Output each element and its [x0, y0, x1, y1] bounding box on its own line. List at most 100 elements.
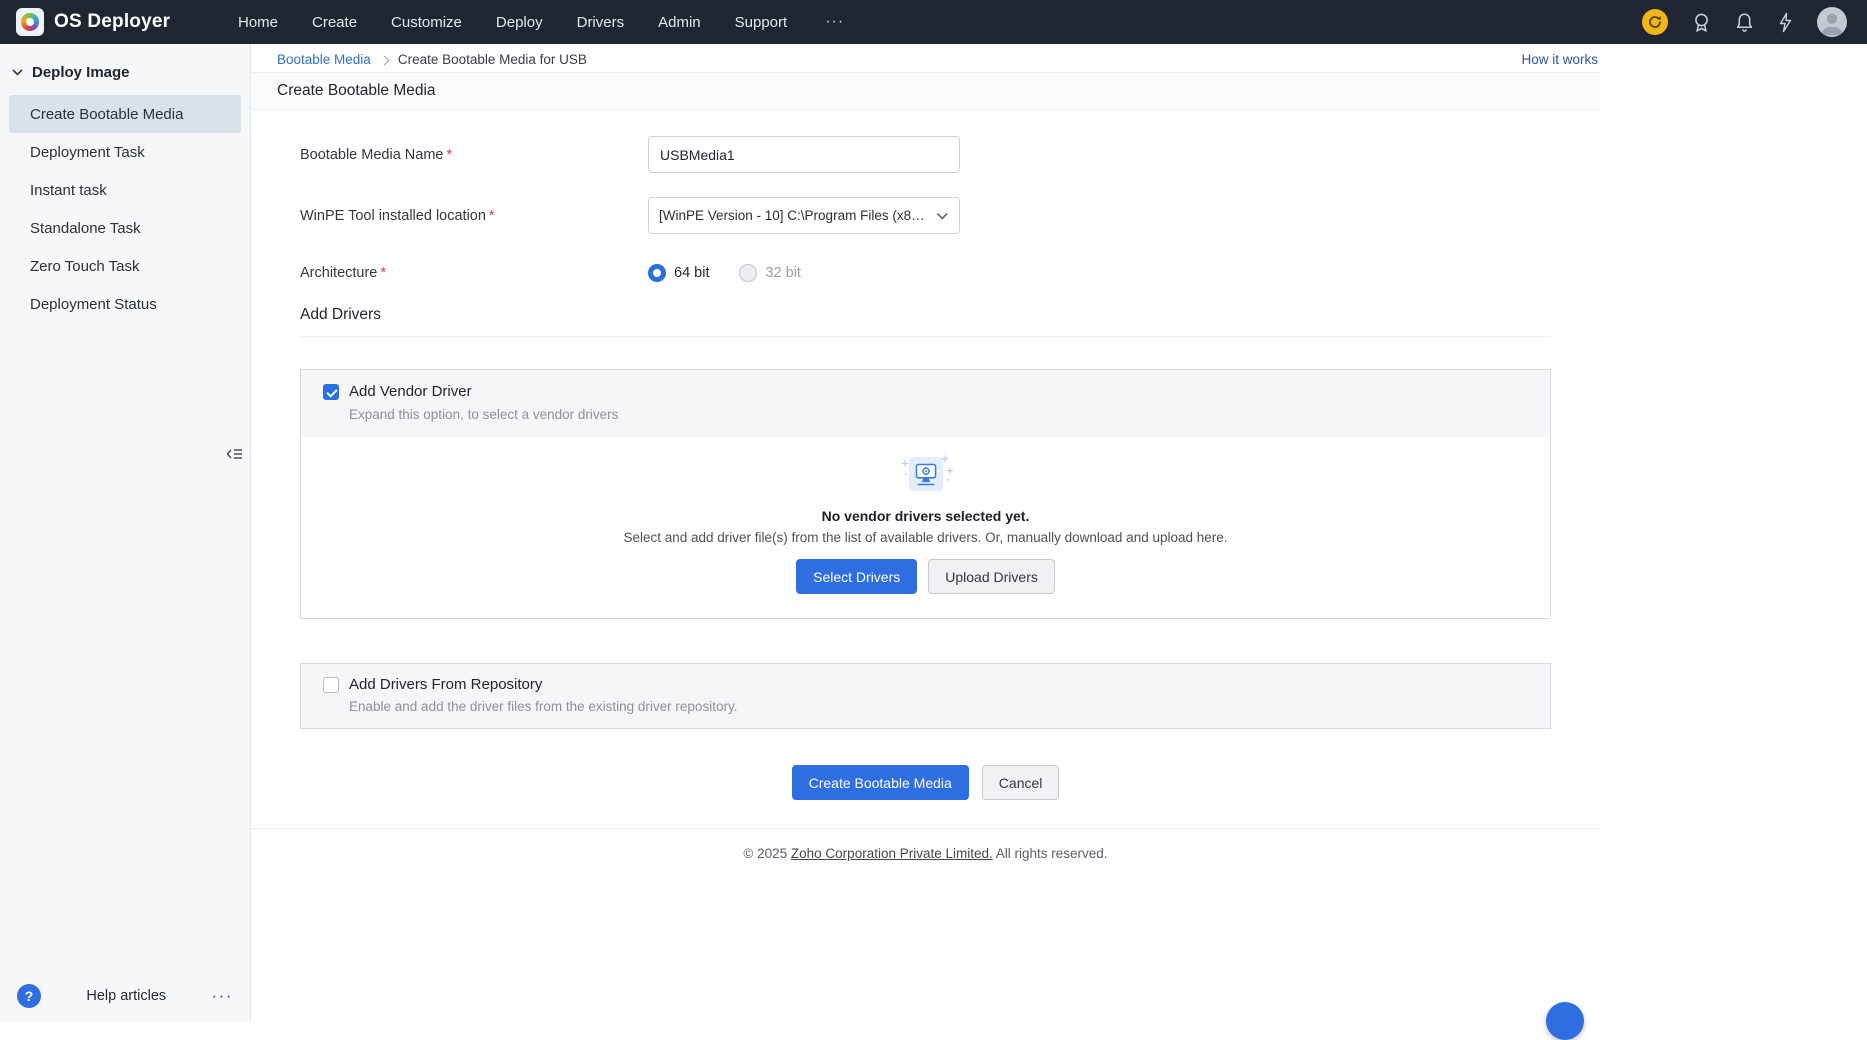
nav-deploy[interactable]: Deploy — [496, 14, 543, 31]
required-asterisk: * — [489, 208, 495, 224]
sidebar: Deploy Image Create Bootable Media Deplo… — [0, 44, 251, 1022]
user-avatar[interactable] — [1817, 7, 1847, 37]
sidebar-collapse-icon[interactable] — [222, 443, 247, 470]
footer: © 2025 Zoho Corporation Private Limited.… — [251, 829, 1600, 861]
zoho-corporation-link[interactable]: Zoho Corporation Private Limited. — [791, 846, 993, 861]
create-bootable-media-button[interactable]: Create Bootable Media — [792, 765, 969, 800]
label-text: Bootable Media Name — [300, 147, 443, 163]
chevron-down-icon — [936, 212, 949, 220]
flash-bolt-icon[interactable] — [1778, 12, 1793, 33]
no-drivers-illustration-icon — [301, 453, 1550, 500]
vendor-empty-state: No vendor drivers selected yet. Select a… — [301, 437, 1550, 618]
checkbox-unchecked-icon — [323, 677, 339, 693]
breadcrumb-current: Create Bootable Media for USB — [398, 52, 587, 67]
sidebar-item-label: Instant task — [30, 182, 107, 199]
checkbox-label: Add Drivers From Repository — [349, 676, 542, 693]
empty-state-actions: Select Drivers Upload Drivers — [301, 559, 1550, 594]
add-drivers-from-repository-checkbox[interactable]: Add Drivers From Repository — [323, 676, 1528, 693]
architecture-radio-group: 64 bit 32 bit — [648, 264, 801, 282]
refresh-arrow-icon — [1648, 15, 1662, 29]
brand[interactable]: OS Deployer — [0, 8, 218, 36]
radio-unselected-icon — [739, 264, 757, 282]
nav-drivers[interactable]: Drivers — [577, 14, 625, 31]
badge-medal-icon[interactable] — [1692, 12, 1711, 33]
sync-refresh-icon[interactable] — [1642, 9, 1668, 35]
main-content: Bootable Media Create Bootable Media for… — [251, 44, 1600, 1022]
nav-create[interactable]: Create — [312, 14, 357, 31]
label-text: Architecture — [300, 265, 377, 281]
winpe-location-select[interactable]: [WinPE Version - 10] C:\Program Files (x… — [648, 197, 960, 234]
help-icon[interactable]: ? — [17, 984, 41, 1008]
sidebar-item-standalone-task[interactable]: Standalone Task — [9, 209, 241, 247]
sidebar-footer: ? Help articles ··· — [0, 970, 250, 1022]
sidebar-item-label: Deployment Status — [30, 296, 157, 313]
nav-customize[interactable]: Customize — [391, 14, 462, 31]
radio-32-bit[interactable]: 32 bit — [739, 264, 800, 282]
person-silhouette-icon — [1817, 7, 1847, 37]
sidebar-item-label: Standalone Task — [30, 220, 141, 237]
required-asterisk: * — [380, 265, 386, 281]
vendor-panel-header: Add Vendor Driver Expand this option, to… — [301, 370, 1550, 437]
sidebar-item-instant-task[interactable]: Instant task — [9, 171, 241, 209]
sidebar-item-label: Create Bootable Media — [30, 106, 183, 123]
top-navbar: OS Deployer Home Create Customize Deploy… — [0, 0, 1867, 44]
sidebar-item-create-bootable-media[interactable]: Create Bootable Media — [9, 95, 241, 133]
copyright-text: © 2025 — [743, 846, 790, 861]
nav-more-icon[interactable]: ··· — [825, 13, 844, 31]
architecture-label: Architecture* — [300, 265, 648, 281]
label-text: WinPE Tool installed location — [300, 208, 486, 224]
nav-support[interactable]: Support — [735, 14, 788, 31]
nav-home[interactable]: Home — [238, 14, 278, 31]
create-bootable-media-form: Bootable Media Name* WinPE Tool installe… — [251, 110, 1600, 829]
add-drivers-section-title: Add Drivers — [300, 306, 1551, 337]
media-name-row: Bootable Media Name* — [300, 136, 1551, 173]
sidebar-item-zero-touch-task[interactable]: Zero Touch Task — [9, 247, 241, 285]
winpe-location-value: [WinPE Version - 10] C:\Program Files (x… — [659, 208, 928, 223]
sidebar-section-label: Deploy Image — [32, 64, 130, 81]
breadcrumb: Bootable Media Create Bootable Media for… — [277, 52, 587, 67]
chevron-right-icon — [379, 55, 389, 65]
radio-label: 32 bit — [765, 265, 800, 281]
nav-admin[interactable]: Admin — [658, 14, 701, 31]
empty-state-description: Select and add driver file(s) from the l… — [301, 530, 1550, 545]
rights-reserved-text: All rights reserved. — [993, 846, 1108, 861]
sidebar-item-label: Deployment Task — [30, 144, 145, 161]
repository-subtitle: Enable and add the driver files from the… — [349, 699, 1528, 714]
radio-label: 64 bit — [674, 265, 709, 281]
form-actions: Create Bootable Media Cancel — [300, 765, 1551, 800]
bootable-media-name-label: Bootable Media Name* — [300, 147, 648, 163]
checkbox-checked-icon — [323, 384, 339, 400]
notifications-bell-icon[interactable] — [1735, 12, 1754, 33]
sidebar-section-deploy-image[interactable]: Deploy Image — [0, 44, 250, 95]
cancel-button[interactable]: Cancel — [982, 765, 1060, 800]
sidebar-more-icon[interactable]: ··· — [212, 986, 233, 1006]
breadcrumb-bootable-media[interactable]: Bootable Media — [277, 52, 371, 67]
repository-panel: Add Drivers From Repository Enable and a… — [300, 663, 1551, 729]
sidebar-items: Create Bootable Media Deployment Task In… — [0, 95, 250, 323]
how-it-works-link[interactable]: How it works — [1521, 52, 1598, 67]
help-articles-link[interactable]: Help articles — [86, 988, 166, 1004]
chevron-down-icon — [12, 69, 23, 76]
winpe-location-row: WinPE Tool installed location* [WinPE Ve… — [300, 197, 1551, 234]
main-nav: Home Create Customize Deploy Drivers Adm… — [238, 13, 844, 31]
upload-drivers-button[interactable]: Upload Drivers — [928, 559, 1055, 594]
architecture-row: Architecture* 64 bit 32 bit — [300, 264, 1551, 282]
page-title: Create Bootable Media — [251, 72, 1600, 110]
checkbox-label: Add Vendor Driver — [349, 383, 472, 400]
navbar-actions — [1642, 7, 1867, 37]
breadcrumb-bar: Bootable Media Create Bootable Media for… — [251, 44, 1600, 72]
brand-title: OS Deployer — [54, 11, 170, 33]
add-vendor-driver-checkbox[interactable]: Add Vendor Driver — [323, 383, 1528, 400]
sidebar-item-label: Zero Touch Task — [30, 258, 140, 275]
chat-widget-button[interactable] — [1546, 1002, 1584, 1040]
empty-state-title: No vendor drivers selected yet. — [301, 508, 1550, 524]
bootable-media-name-input[interactable] — [648, 136, 960, 173]
os-deployer-logo-icon — [16, 8, 44, 36]
vendor-driver-subtitle: Expand this option, to select a vendor d… — [349, 407, 1528, 422]
sidebar-item-deployment-status[interactable]: Deployment Status — [9, 285, 241, 323]
select-drivers-button[interactable]: Select Drivers — [796, 559, 917, 594]
sidebar-item-deployment-task[interactable]: Deployment Task — [9, 133, 241, 171]
radio-selected-icon — [648, 264, 666, 282]
vendor-driver-panel: Add Vendor Driver Expand this option, to… — [300, 369, 1551, 619]
radio-64-bit[interactable]: 64 bit — [648, 264, 709, 282]
